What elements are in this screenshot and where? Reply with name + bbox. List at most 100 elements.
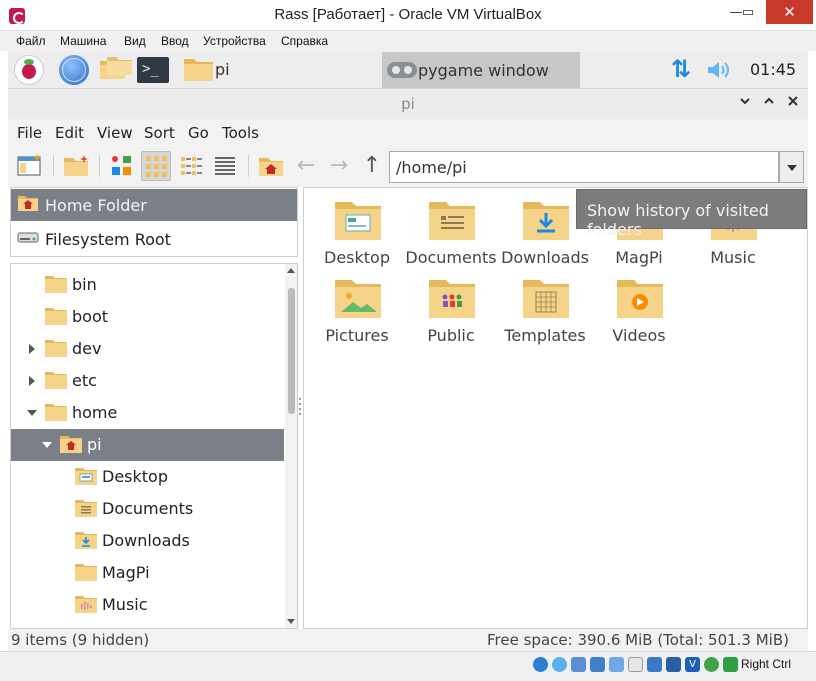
expand-arrow-icon[interactable] (27, 344, 37, 354)
forward-icon[interactable]: → (324, 151, 354, 181)
places-pane: Home Folder Filesystem Root (10, 187, 298, 257)
videos-folder-icon (615, 276, 665, 324)
menu-view[interactable]: View (97, 124, 133, 142)
music-folder-icon (74, 594, 98, 618)
new-window-icon[interactable] (15, 151, 45, 181)
list-view-icon[interactable] (210, 151, 240, 181)
free-space: Free space: 390.6 MiB (Total: 501.3 MiB) (487, 631, 789, 649)
mouse-integration-icon[interactable] (704, 657, 719, 672)
tree-item-label: dev (72, 339, 102, 358)
file-item-pictures[interactable]: Pictures (310, 266, 404, 345)
fm-close-button[interactable] (784, 94, 802, 112)
path-input[interactable] (389, 151, 779, 183)
place-filesystem-root[interactable]: Filesystem Root (11, 223, 297, 255)
display-icon[interactable] (647, 657, 662, 672)
collapse-arrow-icon[interactable] (42, 440, 52, 450)
shared-folders-icon[interactable] (628, 657, 643, 672)
host-key-label: Right Ctrl (741, 657, 792, 671)
thumbnail-view-icon[interactable] (107, 151, 137, 181)
tree-scrollbar[interactable] (285, 264, 297, 628)
tree-item-etc[interactable]: etc (11, 365, 284, 397)
hard-disk-icon[interactable] (533, 657, 548, 672)
scroll-up-arrow-icon[interactable] (287, 268, 295, 273)
home-folder-icon (59, 434, 83, 458)
tree-item-magpi[interactable]: MagPi (11, 557, 284, 589)
web-browser-icon[interactable] (59, 55, 89, 85)
file-item-videos[interactable]: Videos (592, 266, 686, 345)
vbox-menubar: Файл Машина Вид Ввод Устройства Справка (0, 31, 816, 51)
desktop-folder-icon (333, 198, 383, 246)
tree-item-label: Downloads (102, 531, 190, 550)
expand-arrow-icon[interactable] (27, 376, 37, 386)
folder-icon[interactable] (183, 55, 215, 85)
vbox-menu-input[interactable]: Ввод (161, 34, 189, 48)
place-home-folder[interactable]: Home Folder (11, 189, 297, 221)
file-item-public[interactable]: Public (404, 266, 498, 345)
collapse-arrow-icon[interactable] (27, 408, 37, 418)
volume-icon[interactable] (706, 58, 734, 82)
folder-icon (74, 562, 98, 586)
vbox-menu-file[interactable]: Файл (16, 34, 46, 48)
optical-drive-icon[interactable] (552, 657, 567, 672)
path-history-dropdown[interactable] (779, 151, 804, 183)
audio-icon[interactable] (571, 657, 586, 672)
vbox-menu-devices[interactable]: Устройства (203, 34, 266, 48)
file-item-documents[interactable]: Documents (404, 188, 498, 267)
menu-go[interactable]: Go (188, 124, 209, 142)
file-item-label: Templates (504, 326, 586, 345)
tree-item-music[interactable]: Music (11, 589, 284, 621)
tree-item-desktop[interactable]: Desktop (11, 461, 284, 493)
usb-icon[interactable] (609, 657, 624, 672)
home-icon[interactable] (256, 151, 286, 181)
icon-view-icon[interactable] (141, 151, 171, 181)
close-button[interactable]: ✕ (766, 0, 813, 24)
compact-view-icon[interactable] (176, 151, 206, 181)
clock[interactable]: 01:45 (750, 60, 796, 79)
folder-icon (44, 338, 68, 362)
network-icon[interactable]: ⇅ (668, 57, 694, 83)
tree-item-dev[interactable]: dev (11, 333, 284, 365)
up-icon[interactable]: ↑ (357, 151, 387, 181)
terminal-icon[interactable]: >_ (137, 57, 169, 83)
scroll-down-arrow-icon[interactable] (287, 619, 295, 624)
folder-icon (44, 370, 68, 394)
video-capture-icon[interactable] (666, 657, 681, 672)
vbox-menu-view[interactable]: Вид (124, 34, 146, 48)
scroll-thumb[interactable] (288, 288, 295, 414)
menu-file[interactable]: File (17, 124, 42, 142)
downloads-folder-icon (74, 530, 98, 554)
file-manager-icon[interactable] (99, 55, 133, 85)
tree-item-boot[interactable]: boot (11, 301, 284, 333)
pane-splitter[interactable] (298, 395, 302, 425)
place-label: Home Folder (45, 195, 147, 215)
maximize-button[interactable]: ▭ (736, 0, 760, 24)
menu-edit[interactable]: Edit (55, 124, 84, 142)
menu-sort[interactable]: Sort (144, 124, 175, 142)
keyboard-capture-icon[interactable] (723, 657, 738, 672)
file-item-desktop[interactable]: Desktop (310, 188, 404, 267)
back-icon[interactable]: ← (291, 151, 321, 181)
raspberry-menu-icon[interactable] (14, 55, 44, 85)
pictures-folder-icon (333, 276, 383, 324)
fm-maximize-button[interactable] (760, 94, 778, 112)
vbox-statusbar: V Right Ctrl (0, 651, 816, 681)
tree-item-label: home (72, 403, 118, 422)
tree-item-home[interactable]: home (11, 397, 284, 429)
virtualization-icon[interactable]: V (685, 657, 700, 672)
tree-item-documents[interactable]: Documents (11, 493, 284, 525)
gamepad-icon (387, 62, 417, 78)
tree-item-bin[interactable]: bin (11, 269, 284, 301)
vbox-menu-help[interactable]: Справка (281, 34, 328, 48)
network-adapter-icon[interactable] (590, 657, 605, 672)
file-item-templates[interactable]: Templates (498, 266, 592, 345)
new-folder-icon[interactable] (61, 151, 91, 181)
vbox-menu-machine[interactable]: Машина (60, 34, 106, 48)
tree-item-pi[interactable]: pi (11, 429, 284, 461)
taskbar-task-pygame[interactable]: pygame window (382, 52, 580, 88)
tree-item-label: Desktop (102, 467, 168, 486)
menu-tools[interactable]: Tools (222, 124, 259, 142)
documents-folder-icon (427, 198, 477, 246)
fm-minimize-button[interactable] (736, 94, 754, 112)
tree-item-downloads[interactable]: Downloads (11, 525, 284, 557)
taskbar-folder-label[interactable]: pi (215, 60, 230, 79)
